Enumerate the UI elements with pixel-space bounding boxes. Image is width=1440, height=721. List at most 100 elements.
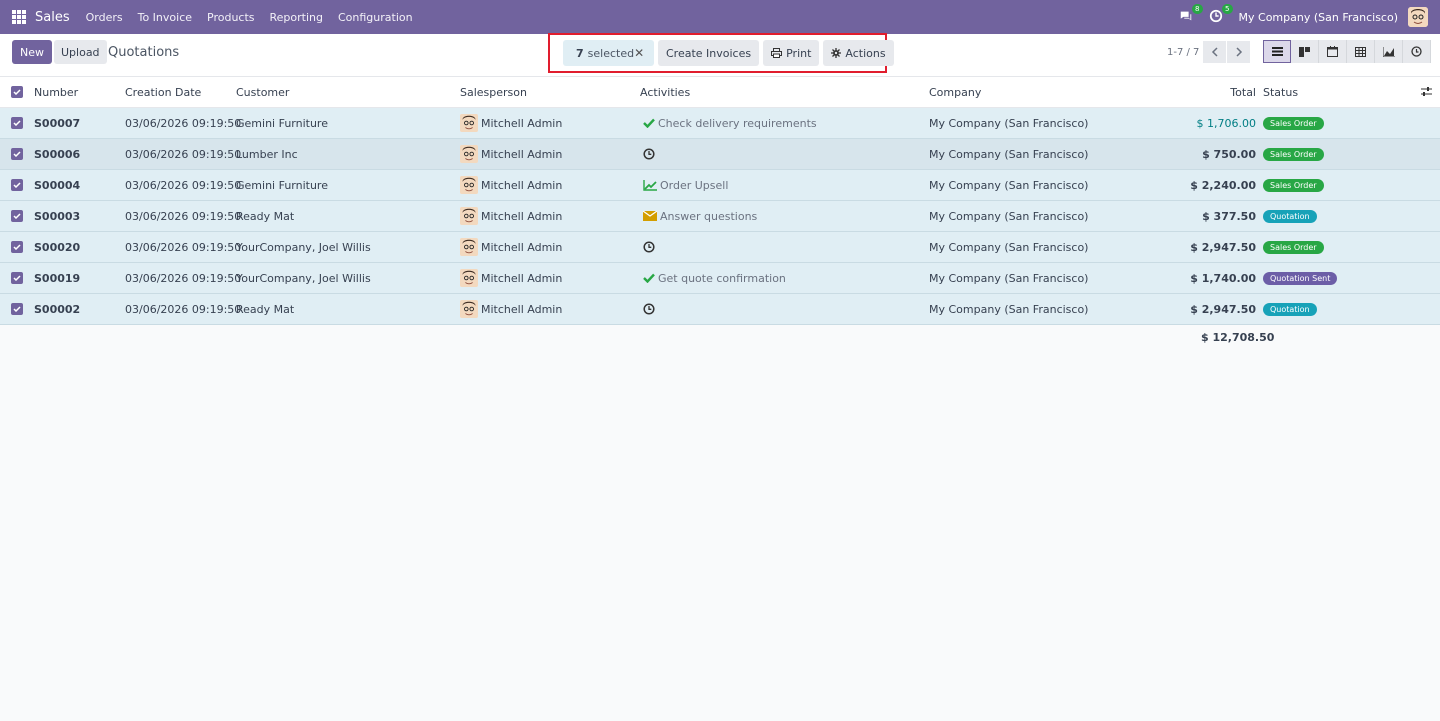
check-icon [13,151,21,157]
company-switcher[interactable]: My Company (San Francisco) [1239,11,1398,24]
company-name: My Company (San Francisco) [929,271,1089,285]
order-total: $ 377.50 [1202,209,1256,223]
creation-date: 03/06/2026 09:19:50 [125,271,242,285]
print-button[interactable]: Print [763,40,820,66]
salesperson-cell: Mitchell Admin [460,145,562,163]
envelope-icon[interactable] [643,211,660,221]
order-total: $ 2,240.00 [1190,178,1256,192]
chart-icon[interactable] [643,179,660,191]
status-badge-cell: Sales Order [1263,147,1324,161]
kanban-view-button[interactable] [1291,40,1319,63]
creation-date: 03/06/2026 09:19:50 [125,147,242,161]
table-row[interactable]: S00019 03/06/2026 09:19:50 YourCompany, Jo… [0,263,1440,294]
messages-icon[interactable]: 8 [1179,4,1203,25]
actions-button[interactable]: Actions [823,40,894,66]
graph-view-button[interactable] [1375,40,1403,63]
check-icon[interactable] [643,273,658,283]
app-name[interactable]: Sales [35,10,70,25]
activity-cell[interactable]: Answer questions [643,210,757,223]
avatar [460,114,478,132]
apps-grid-icon[interactable] [12,10,26,24]
upload-button[interactable]: Upload [54,40,107,64]
status-badge-cell: Sales Order [1263,240,1324,254]
list-icon [1271,47,1283,56]
menu-configuration[interactable]: Configuration [338,11,413,24]
column-settings-icon[interactable] [1421,86,1432,99]
row-checkbox[interactable] [11,148,23,160]
user-avatar[interactable] [1408,7,1428,27]
header-salesperson[interactable]: Salesperson [460,86,527,99]
activities-clock-icon[interactable]: 5 [1209,4,1233,25]
clear-selection-icon[interactable]: ✕ [634,46,644,60]
activity-summary: Answer questions [660,209,758,223]
activity-cell[interactable]: Order Upsell [643,179,728,192]
select-all-checkbox[interactable] [11,86,23,98]
creation-date: 03/06/2026 09:19:50 [125,209,242,223]
header-number[interactable]: Number [34,86,78,99]
table-row[interactable]: S00004 03/06/2026 09:19:50 Gemini Furnitur… [0,170,1440,201]
activity-view-button[interactable] [1403,40,1431,63]
header-creation-date[interactable]: Creation Date [125,86,201,99]
header-company[interactable]: Company [929,86,981,99]
salesperson-cell: Mitchell Admin [460,238,562,256]
clock-icon[interactable] [643,303,658,315]
check-icon [13,120,21,126]
order-number[interactable]: S00002 [34,303,80,316]
row-checkbox[interactable] [11,210,23,222]
creation-date: 03/06/2026 09:19:50 [125,116,242,130]
list-view-button[interactable] [1263,40,1291,63]
activity-cell[interactable]: Get quote confirmation [643,272,786,285]
row-checkbox[interactable] [11,241,23,253]
order-number[interactable]: S00003 [34,210,80,223]
clock-icon[interactable] [643,148,658,160]
header-status[interactable]: Status [1263,86,1298,99]
table-row[interactable]: S00020 03/06/2026 09:19:50 YourCompany, Jo… [0,232,1440,263]
table-row[interactable]: S00002 03/06/2026 09:19:50 Ready Mat Mitche… [0,294,1440,325]
customer-name: Ready Mat [236,209,295,223]
create-invoices-label: Create Invoices [666,46,752,60]
order-number[interactable]: S00019 [34,272,80,285]
selected-label: selected [587,46,635,60]
row-checkbox[interactable] [11,117,23,129]
header-total[interactable]: Total [1230,86,1256,99]
activity-cell[interactable]: Check delivery requirements [643,117,817,130]
status-badge-cell: Sales Order [1263,178,1324,192]
row-checkbox[interactable] [11,303,23,315]
check-icon[interactable] [643,118,658,128]
row-checkbox[interactable] [11,179,23,191]
salesperson-name: Mitchell Admin [481,116,563,130]
order-total: $ 2,947.50 [1190,302,1256,316]
activity-cell[interactable] [643,148,658,160]
order-number[interactable]: S00020 [34,241,80,254]
table-row[interactable]: S00006 03/06/2026 09:19:50 Lumber Inc Mitch… [0,139,1440,170]
pager-previous-button[interactable] [1203,41,1226,63]
menu-to-invoice[interactable]: To Invoice [138,11,192,24]
menu-orders[interactable]: Orders [86,11,123,24]
menu-products[interactable]: Products [207,11,255,24]
check-icon [13,89,21,95]
table-row[interactable]: S00007 03/06/2026 09:19:50 Gemini Furnitur… [0,108,1440,139]
pivot-view-button[interactable] [1347,40,1375,63]
pager-next-button[interactable] [1227,41,1250,63]
grand-total: $ 12,708.50 [1201,331,1275,344]
order-number[interactable]: S00007 [34,117,80,130]
salesperson-name: Mitchell Admin [481,302,563,316]
new-button[interactable]: New [12,40,52,64]
clock-icon[interactable] [643,241,658,253]
order-number[interactable]: S00006 [34,148,80,161]
activity-cell[interactable] [643,241,658,253]
order-number[interactable]: S00004 [34,179,80,192]
pager-value[interactable]: 1-7 / 7 [1167,47,1199,58]
activity-summary: Get quote confirmation [658,271,786,285]
view-switcher [1263,40,1431,63]
header-customer[interactable]: Customer [236,86,289,99]
menu-reporting[interactable]: Reporting [270,11,323,24]
table-row[interactable]: S00003 03/06/2026 09:19:50 Ready Mat Mitche… [0,201,1440,232]
order-total: $ 1,740.00 [1190,271,1256,285]
selection-actions: 7 selected ✕ Create Invoices Print Actio… [563,40,894,66]
header-activities[interactable]: Activities [640,86,690,99]
activity-cell[interactable] [643,303,658,315]
row-checkbox[interactable] [11,272,23,284]
create-invoices-button[interactable]: Create Invoices [658,40,760,66]
calendar-view-button[interactable] [1319,40,1347,63]
